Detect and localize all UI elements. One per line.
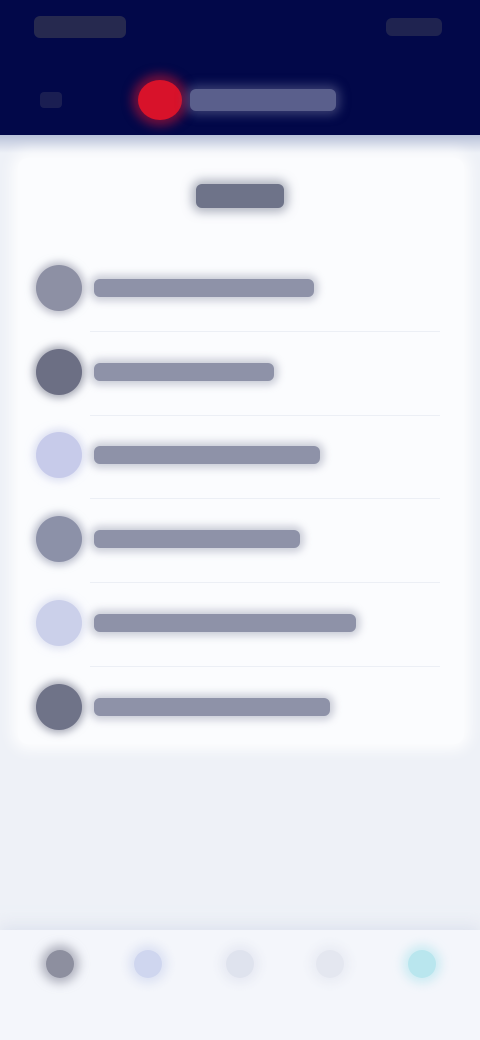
- home-icon: [46, 950, 74, 978]
- list-item[interactable]: [36, 428, 446, 482]
- nav-icon: [316, 950, 344, 978]
- nav-item[interactable]: [118, 950, 178, 1020]
- back-icon[interactable]: [40, 92, 62, 108]
- list-item-label: [94, 530, 300, 548]
- menu-icon: [36, 349, 82, 395]
- brand: [138, 80, 344, 120]
- menu-icon: [36, 265, 82, 311]
- menu-icon: [36, 600, 82, 646]
- list-item[interactable]: [36, 261, 446, 315]
- nav-item[interactable]: [210, 950, 270, 1020]
- divider: [90, 582, 440, 583]
- list-item[interactable]: [36, 680, 446, 734]
- divider: [90, 331, 440, 332]
- list-item-label: [94, 446, 320, 464]
- nav-item[interactable]: [300, 950, 360, 1020]
- nav-icon: [134, 950, 162, 978]
- list-item[interactable]: [36, 345, 446, 399]
- nav-icon: [408, 950, 436, 978]
- menu-icon: [36, 684, 82, 730]
- divider: [90, 666, 440, 667]
- list-item[interactable]: [36, 596, 446, 650]
- list-item-label: [94, 614, 356, 632]
- list-item-label: [94, 698, 330, 716]
- card-title: [196, 184, 284, 208]
- status-bar: [0, 0, 480, 56]
- header-shadow: [0, 135, 480, 153]
- bottom-nav: [0, 930, 480, 1040]
- nav-icon: [226, 950, 254, 978]
- brand-wordmark: [190, 89, 336, 111]
- menu-icon: [36, 516, 82, 562]
- status-time: [34, 16, 126, 38]
- list-item-label: [94, 279, 314, 297]
- nav-item[interactable]: [392, 950, 452, 1020]
- divider: [90, 415, 440, 416]
- brand-logo-icon: [138, 80, 182, 120]
- menu-icon: [36, 432, 82, 478]
- list-item[interactable]: [36, 512, 446, 566]
- list-item-label: [94, 363, 274, 381]
- divider: [90, 498, 440, 499]
- battery-icon: [386, 18, 442, 36]
- app-header: [0, 0, 480, 135]
- nav-item[interactable]: [30, 950, 90, 1020]
